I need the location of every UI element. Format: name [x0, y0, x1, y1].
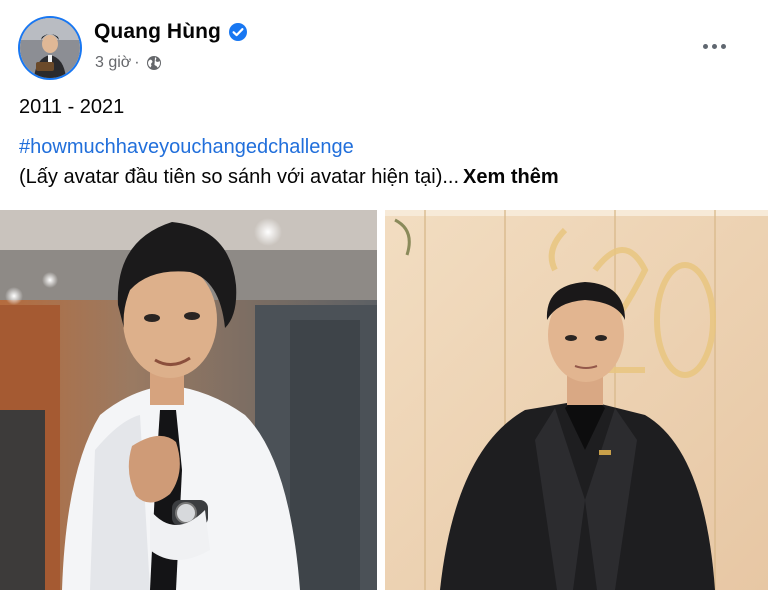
- globe-icon[interactable]: [146, 55, 162, 71]
- hashtag-link[interactable]: #howmuchhaveyouchangedchallenge: [19, 135, 354, 159]
- author-row: Quang Hùng: [94, 20, 248, 44]
- see-more-button[interactable]: Xem thêm: [463, 166, 559, 188]
- photo-2011[interactable]: [0, 210, 377, 590]
- verified-badge-icon: [228, 23, 247, 41]
- author-name[interactable]: Quang Hùng: [94, 20, 221, 44]
- facebook-post: Quang Hùng 3 giờ · 2011 - 2021 #howmuchh…: [0, 0, 768, 590]
- caption-text: (Lấy avatar đầu tiên so sánh với avatar …: [19, 166, 460, 188]
- post-caption: (Lấy avatar đầu tiên so sánh với avatar …: [19, 165, 559, 189]
- photo-2021[interactable]: [385, 210, 768, 590]
- meta-separator: ·: [134, 54, 140, 71]
- post-meta: 3 giờ ·: [95, 54, 162, 72]
- more-options-icon[interactable]: [696, 32, 732, 60]
- profile-photo: [20, 18, 80, 78]
- photo-2011-image: [0, 210, 377, 590]
- photo-2021-image: [385, 210, 768, 590]
- photo-divider: [377, 210, 385, 590]
- post-timestamp[interactable]: 3 giờ: [95, 54, 131, 72]
- author-avatar[interactable]: [20, 18, 80, 78]
- post-text-years: 2011 - 2021: [19, 96, 125, 118]
